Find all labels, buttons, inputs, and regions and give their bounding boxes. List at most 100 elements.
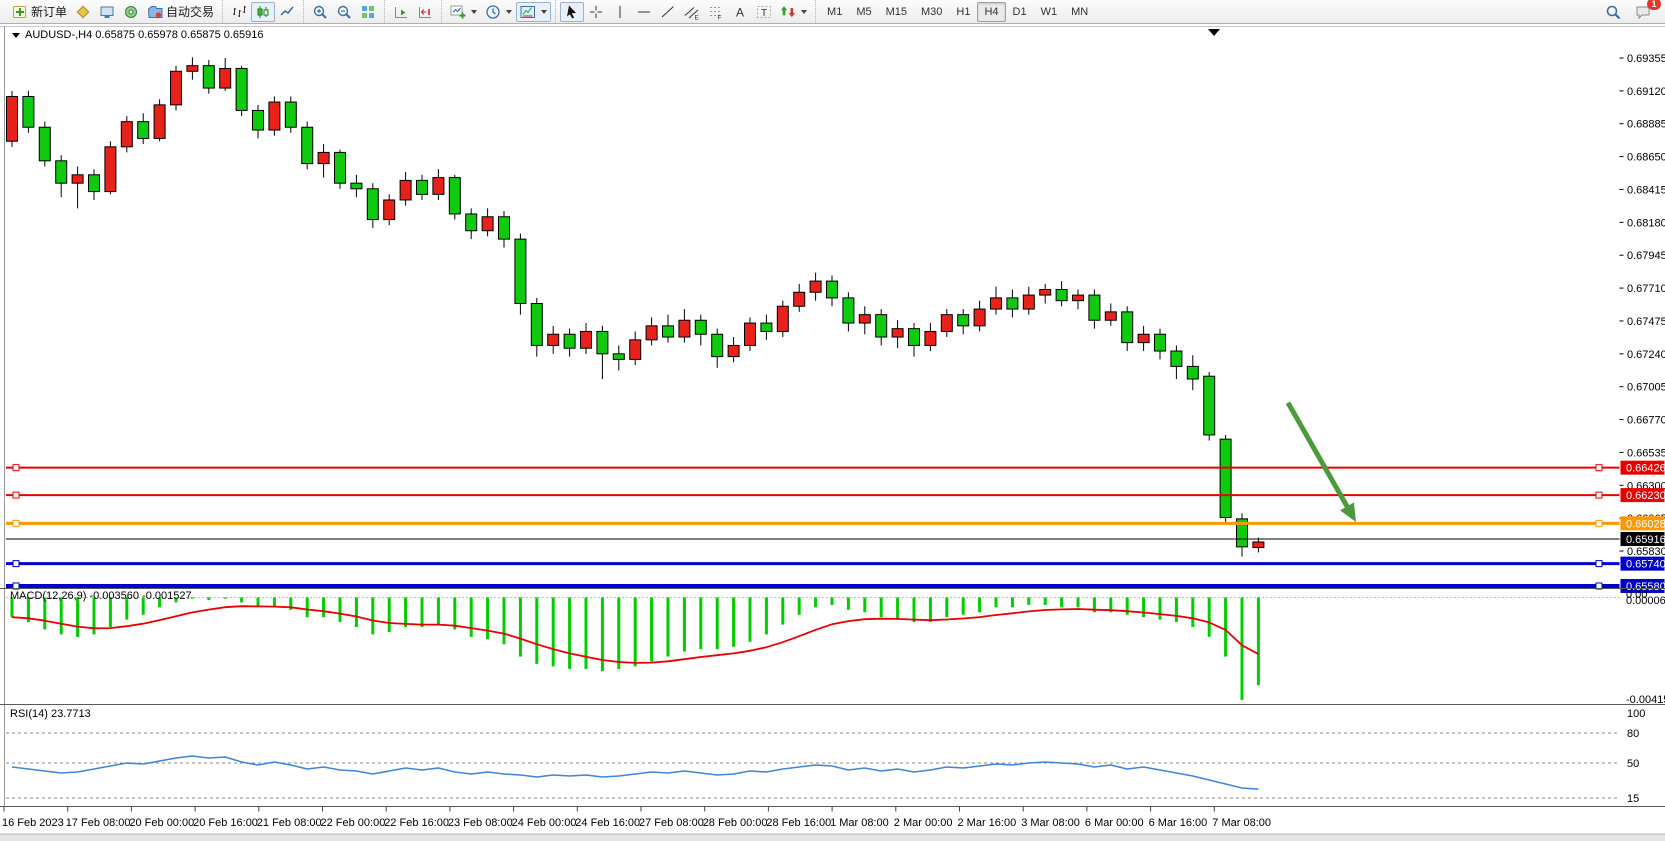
svg-text:16 Feb 2023: 16 Feb 2023 bbox=[2, 817, 64, 829]
zoom-out-button[interactable] bbox=[332, 2, 356, 22]
zoom-in-button[interactable] bbox=[308, 2, 332, 22]
cursor-button[interactable] bbox=[560, 2, 584, 22]
text-label-button[interactable]: T bbox=[752, 2, 776, 22]
tf-h1-button[interactable]: H1 bbox=[949, 2, 977, 22]
chevron-down-icon[interactable] bbox=[541, 10, 547, 14]
tf-m5-button[interactable]: M5 bbox=[849, 2, 878, 22]
line-handle[interactable] bbox=[13, 465, 19, 471]
chart-bars-button[interactable] bbox=[227, 2, 251, 22]
line-handle[interactable] bbox=[1596, 561, 1602, 567]
arrows-button[interactable] bbox=[776, 2, 811, 22]
chevron-down-icon[interactable] bbox=[801, 10, 807, 14]
svg-text:7 Mar 08:00: 7 Mar 08:00 bbox=[1212, 817, 1271, 829]
fibonacci-button[interactable]: F bbox=[704, 2, 728, 22]
chevron-down-icon[interactable] bbox=[471, 10, 477, 14]
line-handle[interactable] bbox=[1596, 492, 1602, 498]
candle-body bbox=[23, 96, 34, 127]
tf-mn-button[interactable]: MN bbox=[1064, 2, 1095, 22]
notifications-button[interactable]: 1 bbox=[1631, 2, 1655, 22]
trendline-button[interactable] bbox=[656, 2, 680, 22]
zoom-in-icon bbox=[312, 4, 328, 20]
candle-body bbox=[646, 326, 657, 340]
line-handle[interactable] bbox=[13, 520, 19, 526]
periods-button[interactable] bbox=[481, 2, 516, 22]
toolbar: 新订单 自动交易 E FAT M1M5M15M30H1H4D1W1MN 1 bbox=[0, 0, 1665, 24]
chart-bars-icon bbox=[231, 4, 247, 20]
svg-text:E: E bbox=[695, 14, 700, 20]
navigator-button[interactable] bbox=[119, 2, 143, 22]
candle-body bbox=[466, 214, 477, 231]
candle-body bbox=[958, 315, 969, 326]
crosshair-icon bbox=[588, 4, 604, 20]
tf-d1-button[interactable]: D1 bbox=[1006, 2, 1034, 22]
candle-body bbox=[367, 189, 378, 220]
candle-body bbox=[269, 102, 280, 130]
svg-text:0.67240: 0.67240 bbox=[1627, 349, 1665, 361]
templates-button[interactable] bbox=[516, 2, 551, 22]
svg-text:T: T bbox=[761, 8, 767, 19]
candle-body bbox=[39, 127, 50, 161]
tf-m1-button[interactable]: M1 bbox=[820, 2, 849, 22]
vertical-line-button[interactable] bbox=[608, 2, 632, 22]
svg-text:0.67005: 0.67005 bbox=[1627, 382, 1665, 394]
chart-line-button[interactable] bbox=[275, 2, 299, 22]
chart-line-icon bbox=[279, 4, 295, 20]
candle-body bbox=[810, 281, 821, 292]
chart-candles-icon bbox=[255, 4, 271, 20]
indicators-icon bbox=[450, 4, 466, 20]
collapse-title-icon[interactable] bbox=[12, 33, 20, 38]
candle-body bbox=[1204, 376, 1215, 435]
crosshair-button[interactable] bbox=[584, 2, 608, 22]
candle-body bbox=[613, 354, 624, 360]
channel-button[interactable]: E bbox=[680, 2, 704, 22]
tf-w1-button[interactable]: W1 bbox=[1034, 2, 1065, 22]
svg-text:23 Feb 08:00: 23 Feb 08:00 bbox=[448, 817, 513, 829]
svg-text:3 Mar 08:00: 3 Mar 08:00 bbox=[1021, 817, 1080, 829]
data-window-button[interactable] bbox=[95, 2, 119, 22]
candle-body bbox=[105, 147, 116, 192]
chart-candles-button[interactable] bbox=[251, 2, 275, 22]
tile-windows-button[interactable] bbox=[356, 2, 380, 22]
svg-text:0.65830: 0.65830 bbox=[1627, 546, 1665, 558]
hline-icon bbox=[636, 4, 652, 20]
candle-body bbox=[909, 329, 920, 346]
zoom-out-icon bbox=[336, 4, 352, 20]
candle-body bbox=[285, 102, 296, 127]
chart-background bbox=[0, 26, 1665, 841]
candle-body bbox=[72, 175, 83, 183]
svg-text:F: F bbox=[718, 14, 722, 20]
horizontal-line-button[interactable] bbox=[632, 2, 656, 22]
line-handle[interactable] bbox=[13, 492, 19, 498]
candle-body bbox=[482, 217, 493, 231]
candle-body bbox=[449, 178, 460, 214]
new-order-button-label: 新订单 bbox=[31, 3, 67, 20]
chart-canvas[interactable]: 0.693550.691200.688850.686500.684150.681… bbox=[0, 26, 1665, 841]
line-handle[interactable] bbox=[1596, 520, 1602, 526]
vline-icon bbox=[612, 4, 628, 20]
candle-body bbox=[400, 180, 411, 200]
chevron-down-icon[interactable] bbox=[506, 10, 512, 14]
line-handle[interactable] bbox=[13, 561, 19, 567]
text-button[interactable]: A bbox=[728, 2, 752, 22]
svg-text:24 Feb 16:00: 24 Feb 16:00 bbox=[575, 817, 640, 829]
candle-body bbox=[302, 127, 313, 163]
svg-text:0.66230: 0.66230 bbox=[1626, 490, 1665, 502]
search-button[interactable] bbox=[1601, 2, 1625, 22]
svg-text:-0.004159: -0.004159 bbox=[1626, 694, 1665, 706]
candle-body bbox=[1220, 439, 1231, 517]
chart-area[interactable]: 0.693550.691200.688850.686500.684150.681… bbox=[0, 24, 1665, 841]
candle-body bbox=[663, 326, 674, 337]
tf-m15-button[interactable]: M15 bbox=[879, 2, 914, 22]
candle-body bbox=[859, 315, 870, 323]
chart-shift-button[interactable] bbox=[413, 2, 437, 22]
tf-h4-button[interactable]: H4 bbox=[977, 2, 1005, 22]
tf-m30-button[interactable]: M30 bbox=[914, 2, 949, 22]
new-order-button[interactable]: 新订单 bbox=[8, 2, 71, 22]
auto-scroll-button[interactable] bbox=[389, 2, 413, 22]
svg-text:17 Feb 08:00: 17 Feb 08:00 bbox=[66, 817, 131, 829]
autotrade-button[interactable]: 自动交易 bbox=[143, 2, 218, 22]
svg-text:6 Mar 00:00: 6 Mar 00:00 bbox=[1085, 817, 1144, 829]
line-handle[interactable] bbox=[1596, 465, 1602, 471]
indicators-button[interactable] bbox=[446, 2, 481, 22]
market-watch-button[interactable] bbox=[71, 2, 95, 22]
